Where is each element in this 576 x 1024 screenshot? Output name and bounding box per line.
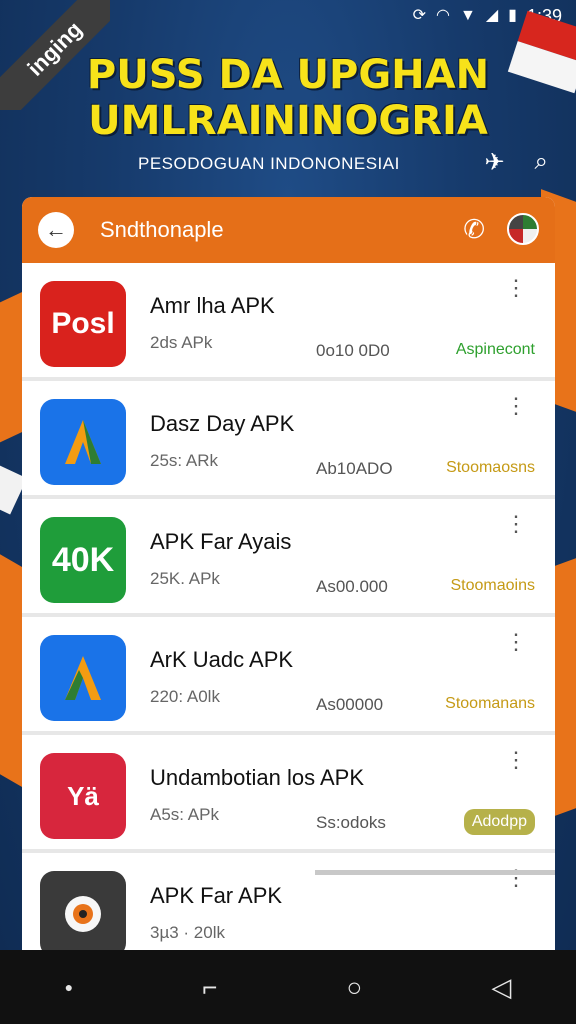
app-name: APK Far Ayais: [150, 529, 292, 554]
more-vert-icon[interactable]: ⋮: [505, 749, 527, 771]
app-date: Ab10ADO: [316, 459, 393, 478]
app-list-item[interactable]: Dasz Day APK 25s: ARk Ab10ADO Stoomaosns…: [22, 381, 555, 499]
app-name: Undambotian los APK: [150, 765, 365, 790]
app-size: 25s: ARk: [150, 451, 219, 470]
battery-icon: ▮: [508, 7, 517, 24]
signal-bars-icon: ◢: [485, 7, 499, 24]
hero-subtitle: PESODOGUAN INDONONESIAI: [138, 154, 400, 173]
app-icon: [40, 635, 126, 721]
back-icon[interactable]: ◁: [491, 972, 511, 1003]
app-icon: [40, 399, 126, 485]
app-icon: Posl: [40, 281, 126, 367]
back-arrow-icon[interactable]: ←: [38, 212, 74, 248]
app-size: 25K. APk: [150, 569, 220, 588]
app-status: Aspinecont: [455, 341, 535, 358]
app-icon: Yä: [40, 753, 126, 839]
app-panel: ← Sndthonaple ✆ Posl Amr lha APK 2ds APk…: [22, 197, 555, 957]
app-status: Stoomaoins: [450, 577, 536, 594]
app-size: A5s: APk: [150, 805, 219, 824]
signal-icon: ▼: [459, 7, 476, 24]
app-name: Amr lha APK: [150, 293, 275, 318]
app-date: As00000: [316, 695, 384, 714]
more-vert-icon[interactable]: ⋮: [505, 395, 527, 417]
app-icon: 40K: [40, 517, 126, 603]
header-actions: ✆: [463, 213, 539, 245]
app-date: Ss:odoks: [316, 813, 386, 832]
scrollbar[interactable]: [315, 870, 555, 875]
wifi-icon: ◠: [436, 7, 450, 24]
panel-header: ← Sndthonaple ✆: [22, 197, 555, 263]
home-icon[interactable]: ○: [347, 972, 363, 1003]
app-size: 3µ3 · 20lk: [150, 923, 225, 942]
globe-icon[interactable]: [507, 213, 539, 245]
dot-icon: ●: [64, 979, 74, 995]
app-name: ArK Uadc APK: [150, 647, 294, 672]
app-date: As00.000: [316, 577, 388, 596]
app-list-item[interactable]: Yä Undambotian los APK A5s: APk Ss:odoks…: [22, 735, 555, 853]
sync-icon: ⟳: [412, 7, 427, 24]
header-title: Sndthonaple: [100, 217, 224, 242]
hero-title-line1: PUSS DA UPGHAN: [86, 52, 490, 98]
app-name: APK Far APK: [150, 883, 283, 908]
more-vert-icon[interactable]: ⋮: [505, 631, 527, 653]
app-status: Stoomaosns: [446, 459, 535, 476]
hero-title-line2: UMLRAININOGRIA: [88, 98, 488, 144]
more-vert-icon[interactable]: ⋮: [505, 513, 527, 535]
plane-icon[interactable]: ✈: [484, 148, 504, 177]
app-size: 220: A0lk: [150, 687, 220, 706]
app-list-item[interactable]: ArK Uadc APK 220: A0lk As00000 Stoomanan…: [22, 617, 555, 735]
app-size: 2ds APk: [150, 333, 213, 352]
hero-icons: ✈ ⌕: [484, 148, 548, 177]
app-list-item[interactable]: APK Far APK 3µ3 · 20lk ⋮: [22, 853, 555, 957]
app-name: Dasz Day APK: [150, 411, 295, 436]
hero-title: PUSS DA UPGHAN UMLRAININOGRIA: [0, 52, 576, 144]
app-date: 0o10 0D0: [316, 341, 390, 360]
navigation-bar: ● ⌐ ○ ◁: [0, 950, 576, 1024]
app-icon: [40, 871, 126, 957]
app-list-item[interactable]: 40K APK Far Ayais 25K. APk As00.000 Stoo…: [22, 499, 555, 617]
search-icon[interactable]: ⌕: [535, 148, 548, 177]
more-vert-icon[interactable]: ⋮: [505, 277, 527, 299]
app-status-badge: Adodpp: [463, 809, 535, 835]
phone-icon[interactable]: ✆: [463, 214, 485, 245]
recents-icon[interactable]: ⌐: [202, 972, 217, 1003]
app-status: Stoomanans: [445, 695, 535, 712]
app-list: Posl Amr lha APK 2ds APk 0o10 0D0 Aspine…: [22, 263, 555, 957]
app-list-item[interactable]: Posl Amr lha APK 2ds APk 0o10 0D0 Aspine…: [22, 263, 555, 381]
